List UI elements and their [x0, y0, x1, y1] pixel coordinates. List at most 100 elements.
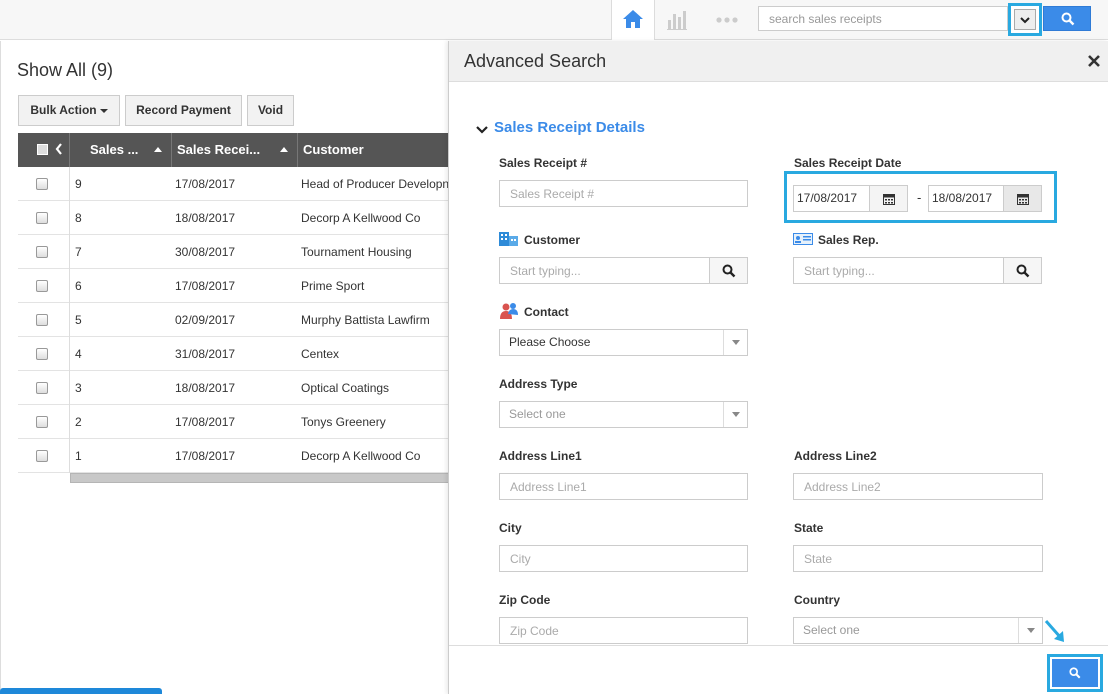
home-icon	[623, 10, 643, 28]
customer-input[interactable]	[499, 257, 710, 284]
horizontal-scrollbar[interactable]	[70, 473, 449, 483]
panel-title: Advanced Search	[464, 51, 607, 71]
sales-rep-input[interactable]	[793, 257, 1004, 284]
close-icon[interactable]	[1087, 54, 1101, 68]
customer-cell[interactable]: Tournament Housing	[301, 235, 449, 269]
row-select-cell	[18, 269, 70, 303]
receipt-number-cell: 2	[75, 415, 82, 429]
receipt-list-panel: Show All (9) Bulk Action Record Payment …	[0, 41, 449, 694]
section-title[interactable]: Sales Receipt Details	[494, 119, 645, 136]
city-input[interactable]	[499, 545, 748, 572]
select-all-checkbox[interactable]	[37, 144, 48, 155]
row-select-cell	[18, 235, 70, 269]
more-button[interactable]	[716, 14, 738, 28]
receipt-number-cell: 6	[75, 279, 82, 293]
receipt-date-cell: 17/08/2017	[175, 415, 236, 429]
sales-rep-lookup-button[interactable]	[1003, 257, 1042, 284]
date-from-picker[interactable]	[869, 186, 907, 211]
advanced-search-button[interactable]	[1047, 654, 1103, 692]
sort-asc-icon	[280, 147, 288, 152]
dropdown-arrow-icon	[1018, 618, 1042, 643]
customer-lookup-button[interactable]	[709, 257, 748, 284]
date-to-field[interactable]: 18/08/2017	[928, 185, 1042, 212]
table-row[interactable]: 1 17/08/2017 Decorp A Kellwood Co	[18, 439, 449, 473]
calendar-icon	[883, 194, 895, 205]
customer-cell[interactable]: Optical Coatings	[301, 371, 449, 405]
customer-cell[interactable]: Head of Producer Developn	[301, 167, 449, 201]
record-payment-button[interactable]: Record Payment	[125, 95, 242, 126]
void-button[interactable]: Void	[247, 95, 294, 126]
address-line2-label: Address Line2	[794, 449, 877, 463]
search-icon	[1069, 667, 1081, 679]
calendar-icon	[1017, 194, 1029, 205]
search-dropdown-button[interactable]	[1008, 3, 1042, 36]
search-input[interactable]	[758, 6, 1008, 31]
row-checkbox[interactable]	[36, 348, 48, 360]
sales-receipt-input[interactable]	[499, 180, 748, 207]
zip-code-label: Zip Code	[499, 593, 551, 607]
receipt-number-cell: 1	[75, 449, 82, 463]
country-select[interactable]: Select one	[793, 617, 1043, 644]
contact-label: Contact	[524, 305, 569, 319]
column-header-number[interactable]: Sales ...	[70, 133, 172, 167]
zip-code-input[interactable]	[499, 617, 748, 644]
state-input[interactable]	[793, 545, 1043, 572]
table-row[interactable]: 7 30/08/2017 Tournament Housing	[18, 235, 449, 269]
search-icon	[722, 264, 736, 278]
table-row[interactable]: 3 18/08/2017 Optical Coatings	[18, 371, 449, 405]
table-row[interactable]: 9 17/08/2017 Head of Producer Developn	[18, 167, 449, 201]
chevron-left-icon[interactable]	[55, 143, 63, 155]
table-row[interactable]: 8 18/08/2017 Decorp A Kellwood Co	[18, 201, 449, 235]
header-select-cell	[18, 133, 70, 167]
address-type-select[interactable]: Select one	[499, 401, 748, 428]
row-checkbox[interactable]	[36, 280, 48, 292]
receipt-date-cell: 18/08/2017	[175, 381, 236, 395]
customer-cell[interactable]: Prime Sport	[301, 269, 449, 303]
customer-cell[interactable]: Decorp A Kellwood Co	[301, 201, 449, 235]
row-checkbox[interactable]	[36, 416, 48, 428]
contacts-icon	[500, 303, 518, 319]
table-row[interactable]: 5 02/09/2017 Murphy Battista Lawfirm	[18, 303, 449, 337]
table-row[interactable]: 6 17/08/2017 Prime Sport	[18, 269, 449, 303]
chevron-down-icon	[1020, 17, 1030, 24]
row-select-cell	[18, 201, 70, 235]
top-bar	[0, 0, 1108, 40]
row-checkbox[interactable]	[36, 212, 48, 224]
reports-button[interactable]	[666, 8, 688, 33]
date-to-picker[interactable]	[1003, 186, 1041, 211]
contact-select[interactable]: Please Choose	[499, 329, 748, 356]
row-checkbox[interactable]	[36, 382, 48, 394]
row-checkbox[interactable]	[36, 178, 48, 190]
address-line1-input[interactable]	[499, 473, 748, 500]
row-checkbox[interactable]	[36, 246, 48, 258]
table-header: Sales ... Sales Recei... Customer	[18, 133, 449, 167]
state-label: State	[794, 521, 824, 535]
column-header-date[interactable]: Sales Recei...	[172, 133, 298, 167]
address-line2-input[interactable]	[793, 473, 1043, 500]
row-checkbox[interactable]	[36, 314, 48, 326]
receipts-table: Sales ... Sales Recei... Customer 9 17/08…	[18, 133, 449, 483]
date-from-field[interactable]: 17/08/2017	[793, 185, 908, 212]
receipt-date-cell: 18/08/2017	[175, 211, 236, 225]
search-button[interactable]	[1043, 6, 1091, 31]
receipt-number-cell: 4	[75, 347, 82, 361]
table-row[interactable]: 4 31/08/2017 Centex	[18, 337, 449, 371]
row-checkbox[interactable]	[36, 450, 48, 462]
home-button[interactable]	[611, 0, 655, 40]
table-body: 9 17/08/2017 Head of Producer Developn 8 18/…	[18, 167, 449, 473]
sort-asc-icon	[154, 147, 162, 152]
customer-cell[interactable]: Murphy Battista Lawfirm	[301, 303, 449, 337]
contact-selected-value: Please Choose	[509, 335, 591, 349]
customer-label: Customer	[524, 233, 581, 247]
bulk-action-button[interactable]: Bulk Action	[18, 95, 120, 126]
column-label: Sales ...	[90, 142, 139, 157]
dropdown-arrow-icon	[723, 330, 747, 355]
customer-cell[interactable]: Tonys Greenery	[301, 405, 449, 439]
table-row[interactable]: 2 17/08/2017 Tonys Greenery	[18, 405, 449, 439]
customer-cell[interactable]: Centex	[301, 337, 449, 371]
receipt-date-cell: 17/08/2017	[175, 279, 236, 293]
chevron-down-icon[interactable]	[476, 126, 488, 134]
address-type-label: Address Type	[499, 377, 578, 391]
column-header-customer[interactable]: Customer	[298, 133, 449, 167]
customer-cell[interactable]: Decorp A Kellwood Co	[301, 439, 449, 473]
